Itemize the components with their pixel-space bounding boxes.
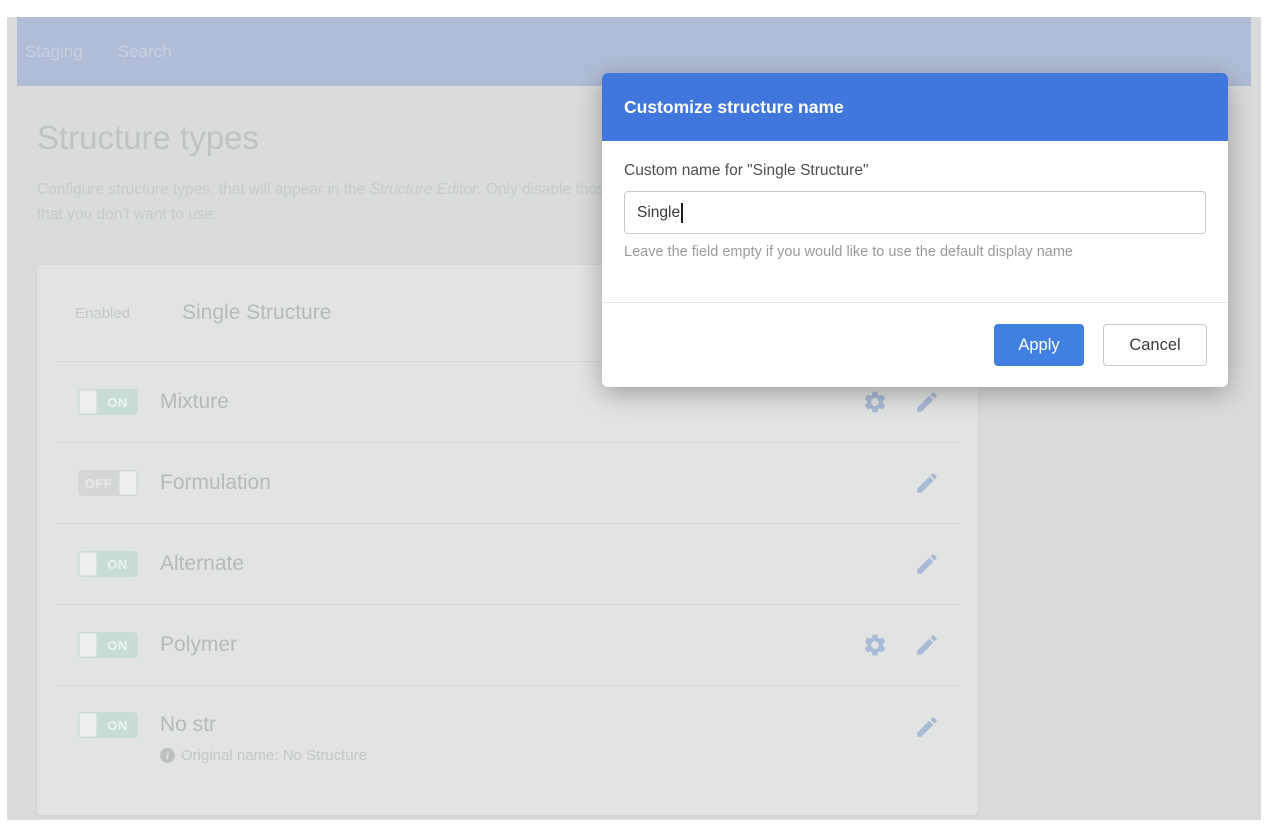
apply-button[interactable]: Apply bbox=[994, 324, 1084, 366]
structure-type-label: Single Structure bbox=[182, 301, 331, 325]
custom-name-helper-text: Leave the field empty if you would like … bbox=[624, 243, 1206, 261]
original-name-text: Original name: No Structure bbox=[181, 747, 367, 764]
dialog-title: Customize structure name bbox=[624, 97, 844, 118]
dialog-body: Custom name for "Single Structure" Singl… bbox=[602, 141, 1228, 302]
toggle-state-text: ON bbox=[97, 712, 138, 738]
mixture-toggle[interactable]: ON bbox=[78, 389, 138, 415]
structure-row-no-str: ON No str i Original name: No Structure bbox=[37, 686, 978, 815]
custom-name-input[interactable]: Single bbox=[624, 191, 1206, 234]
formulation-toggle[interactable]: OFF bbox=[78, 470, 138, 496]
no-str-toggle[interactable]: ON bbox=[78, 712, 138, 738]
toggle-knob bbox=[79, 713, 97, 737]
structure-type-label: No str bbox=[160, 712, 367, 738]
custom-name-field-label: Custom name for "Single Structure" bbox=[624, 160, 1206, 182]
custom-name-input-value: Single bbox=[637, 204, 680, 222]
structure-row-formulation: OFF Formulation bbox=[37, 443, 978, 523]
cancel-button[interactable]: Cancel bbox=[1103, 324, 1207, 366]
structure-editor-emphasis: Structure Editor bbox=[370, 181, 478, 198]
pencil-icon[interactable] bbox=[914, 389, 940, 415]
toggle-knob bbox=[79, 390, 97, 414]
nav-item-staging[interactable]: Staging bbox=[25, 42, 83, 62]
toggle-knob bbox=[119, 471, 137, 495]
nav-item-search[interactable]: Search bbox=[118, 42, 172, 62]
text-cursor bbox=[681, 203, 683, 223]
polymer-toggle[interactable]: ON bbox=[78, 632, 138, 658]
structure-type-label: Alternate bbox=[160, 552, 244, 576]
original-name-note: i Original name: No Structure bbox=[160, 747, 367, 764]
structure-type-label: Polymer bbox=[160, 633, 237, 657]
toggle-knob bbox=[79, 633, 97, 657]
dialog-footer: Apply Cancel bbox=[602, 302, 1228, 387]
enabled-state-label: Enabled bbox=[75, 305, 160, 322]
toggle-state-text: ON bbox=[97, 551, 138, 577]
structure-type-label: Mixture bbox=[160, 390, 229, 414]
structure-row-alternate: ON Alternate bbox=[37, 524, 978, 604]
pencil-icon[interactable] bbox=[914, 632, 940, 658]
structure-type-label: Formulation bbox=[160, 471, 271, 495]
toggle-state-text: OFF bbox=[78, 470, 119, 496]
structure-row-polymer: ON Polymer bbox=[37, 605, 978, 685]
info-icon: i bbox=[160, 748, 175, 763]
toggle-state-text: ON bbox=[97, 389, 138, 415]
gear-icon[interactable] bbox=[862, 389, 888, 415]
alternate-toggle[interactable]: ON bbox=[78, 551, 138, 577]
pencil-icon[interactable] bbox=[914, 551, 940, 577]
customize-structure-name-dialog: Customize structure name Custom name for… bbox=[602, 73, 1228, 387]
gear-icon[interactable] bbox=[862, 632, 888, 658]
toggle-knob bbox=[79, 552, 97, 576]
toggle-state-text: ON bbox=[97, 632, 138, 658]
pencil-icon[interactable] bbox=[914, 714, 940, 740]
pencil-icon[interactable] bbox=[914, 470, 940, 496]
dialog-header: Customize structure name bbox=[602, 73, 1228, 141]
